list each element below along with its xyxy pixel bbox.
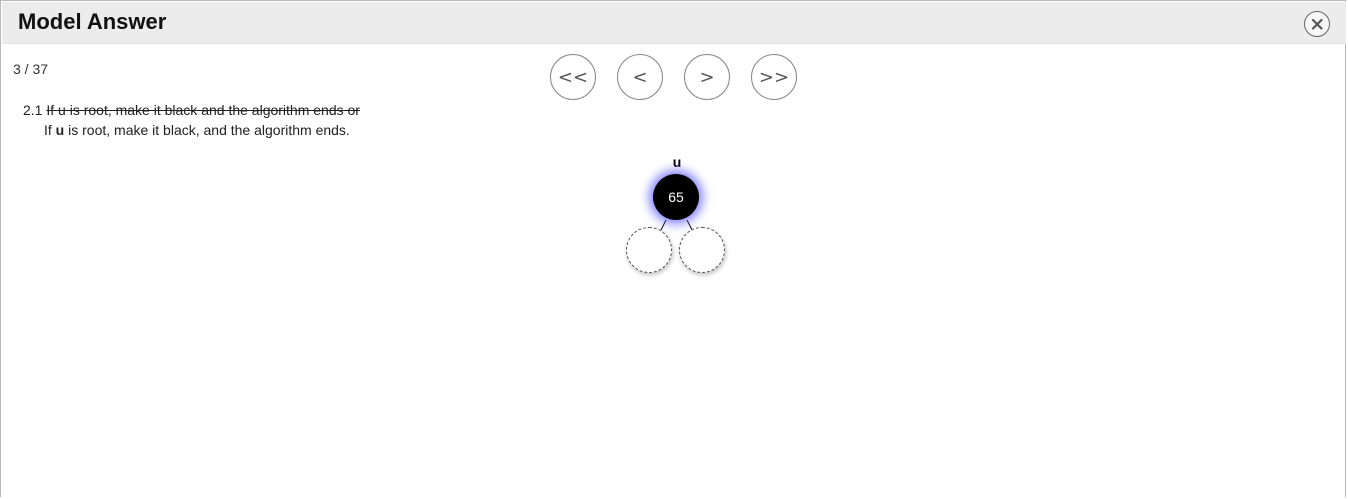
close-icon <box>1311 18 1323 30</box>
last-step-button[interactable]: >> <box>751 54 797 100</box>
first-step-button[interactable]: << <box>550 54 596 100</box>
node-pointer-label: u <box>672 154 682 170</box>
tree-node-root[interactable]: 65 <box>653 174 699 220</box>
null-leaf-right[interactable] <box>679 227 725 273</box>
null-leaf-left[interactable] <box>626 227 672 273</box>
dialog-titlebar: Model Answer <box>2 2 1346 44</box>
step-pseudocode-line: 2.1 If u is root, make it black and the … <box>23 102 360 118</box>
left-edge <box>660 219 667 231</box>
step-number: 2.1 <box>23 102 43 118</box>
step-explanation: If u is root, make it black, and the alg… <box>44 122 350 138</box>
explanation-variable: u <box>55 122 65 138</box>
next-step-button[interactable]: > <box>684 54 730 100</box>
previous-step-button[interactable]: < <box>617 54 663 100</box>
struck-step-text: If u is root, make it black and the algo… <box>46 102 360 118</box>
dialog-title: Model Answer <box>18 9 167 34</box>
model-answer-dialog: Model Answer 3 / 37 << < > >> 2.1 If u i… <box>0 0 1346 497</box>
explanation-prefix: If <box>44 122 56 138</box>
close-button[interactable] <box>1304 11 1330 37</box>
tree-edges <box>660 219 693 231</box>
node-value: 65 <box>668 189 684 205</box>
step-counter: 3 / 37 <box>13 61 49 77</box>
explanation-suffix: is root, make it black, and the algorith… <box>64 122 350 138</box>
